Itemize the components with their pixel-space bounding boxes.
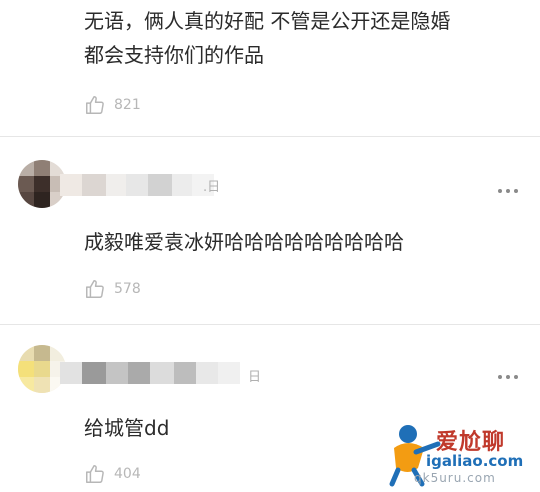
like-button[interactable]: 404 (84, 463, 141, 485)
watermark-sub: qk5uru.com (414, 471, 496, 485)
avatar[interactable] (18, 345, 66, 393)
like-count: 821 (114, 97, 141, 113)
dot-icon (506, 375, 510, 379)
more-options-button[interactable] (498, 375, 518, 379)
username-suffix: .日 (203, 180, 221, 195)
dot-icon (498, 189, 502, 193)
comment-text: 成毅唯爱袁冰妍哈哈哈哈哈哈哈哈哈 (84, 230, 404, 254)
dot-icon (514, 189, 518, 193)
comment-text: 无语，俩人真的好配 不管是公开还是隐婚 都会支持你们的作品 (84, 9, 451, 67)
thumbs-up-icon (84, 94, 106, 116)
like-count: 404 (114, 466, 141, 482)
comment-item: 无语，俩人真的好配 不管是公开还是隐婚 都会支持你们的作品 821 (0, 0, 540, 136)
dot-icon (506, 189, 510, 193)
comment-item: .日 成毅唯爱袁冰妍哈哈哈哈哈哈哈哈哈 578 (0, 137, 540, 324)
thumbs-up-icon (84, 278, 106, 300)
like-count: 578 (114, 281, 141, 297)
more-options-button[interactable] (498, 189, 518, 193)
thumbs-up-icon (84, 463, 106, 485)
like-button[interactable]: 821 (84, 94, 141, 116)
watermark-url: igaliao.com (424, 452, 526, 470)
comment-text: 给城管dd (84, 416, 170, 440)
dot-icon (514, 375, 518, 379)
avatar[interactable] (18, 160, 66, 208)
dot-icon (498, 375, 502, 379)
username-blurred[interactable] (60, 362, 240, 384)
like-button[interactable]: 578 (84, 278, 141, 300)
username-blurred[interactable] (60, 174, 214, 196)
username-suffix: 日 (248, 370, 262, 385)
